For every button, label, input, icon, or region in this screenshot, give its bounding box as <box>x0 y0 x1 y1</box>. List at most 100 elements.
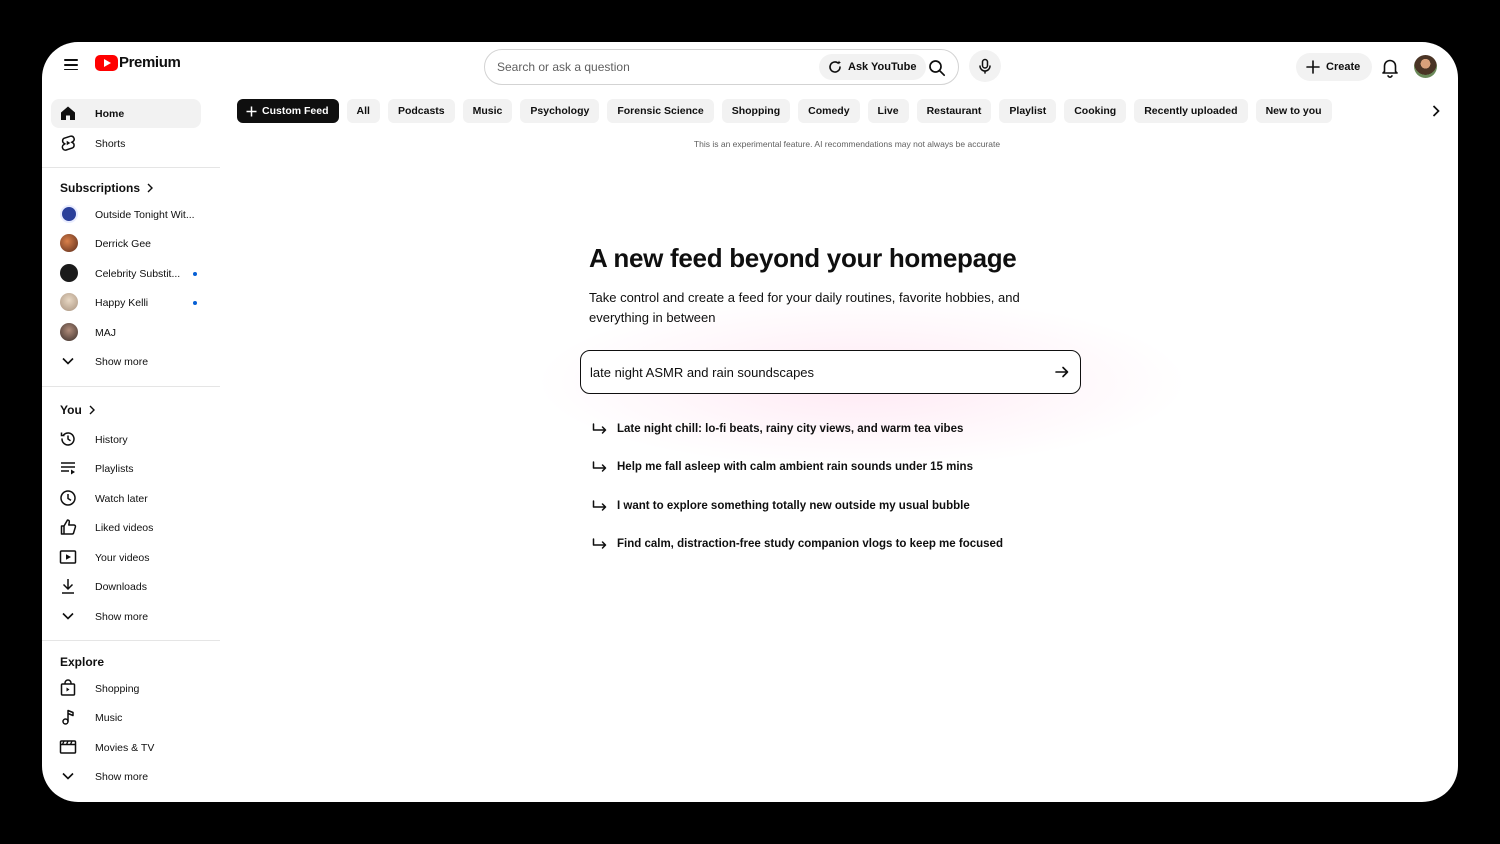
sidebar-item-home[interactable]: Home <box>51 99 201 128</box>
subscriptions-title: Subscriptions <box>60 181 141 195</box>
sparkle-refresh-icon <box>829 60 841 73</box>
sidebar-divider <box>42 640 220 641</box>
chip-music[interactable]: Music <box>462 99 513 123</box>
voice-search-button[interactable] <box>969 50 1001 82</box>
chip-podcasts[interactable]: Podcasts <box>387 99 455 123</box>
disclaimer-text: This is an experimental feature. AI reco… <box>693 139 1001 149</box>
channel-avatar <box>60 205 78 223</box>
chip-cooking[interactable]: Cooking <box>1064 99 1127 123</box>
chip-comedy[interactable]: Comedy <box>798 99 860 123</box>
channel-name: Outside Tonight Wit... <box>95 208 195 221</box>
sidebar-item-your-videos[interactable]: Your videos <box>51 543 201 572</box>
subscription-item[interactable]: Celebrity Substit... <box>51 259 201 288</box>
sidebar-item-music[interactable]: Music <box>51 703 201 732</box>
sidebar-item-label: History <box>95 433 128 446</box>
channel-name: Celebrity Substit... <box>95 267 181 280</box>
show-more-label: Show more <box>95 610 149 623</box>
sidebar-item-label: Music <box>95 711 123 724</box>
sidebar-item-playlists[interactable]: Playlists <box>51 454 201 483</box>
chip-shopping[interactable]: Shopping <box>721 99 791 123</box>
search-button[interactable] <box>924 55 950 81</box>
chip-all[interactable]: All <box>346 99 380 123</box>
chevron-down-icon <box>59 767 77 785</box>
chevron-right-icon <box>147 183 154 193</box>
subscription-item[interactable]: MAJ <box>51 318 201 347</box>
play-box-icon <box>59 548 77 566</box>
notifications-button[interactable] <box>1378 55 1402 79</box>
page-title: A new feed beyond your homepage <box>589 243 1017 273</box>
chip-new-to-you[interactable]: New to you <box>1255 99 1332 123</box>
chevron-down-icon <box>59 607 77 625</box>
chip-restaurant[interactable]: Restaurant <box>916 99 992 123</box>
sidebar-divider <box>42 386 220 387</box>
you-title: You <box>60 403 82 417</box>
download-icon <box>59 577 77 595</box>
return-arrow-icon <box>592 461 607 472</box>
menu-icon[interactable] <box>60 54 82 76</box>
channel-avatar <box>60 234 78 252</box>
you-heading[interactable]: You <box>60 403 96 417</box>
music-note-icon <box>59 708 77 726</box>
chip-live[interactable]: Live <box>867 99 909 123</box>
account-avatar[interactable] <box>1414 55 1437 78</box>
chip-forensic-science[interactable]: Forensic Science <box>607 99 714 123</box>
sidebar-item-liked-videos[interactable]: Liked videos <box>51 513 201 542</box>
explore-show-more[interactable]: Show more <box>51 762 201 791</box>
submit-prompt-button[interactable] <box>1052 362 1072 382</box>
plus-icon <box>1306 60 1320 74</box>
create-button[interactable]: Create <box>1296 53 1373 81</box>
bell-icon <box>1382 59 1398 78</box>
suggestion-text: Find calm, distraction-free study compan… <box>617 538 1003 550</box>
subscriptions-heading[interactable]: Subscriptions <box>60 181 154 195</box>
channel-name: Happy Kelli <box>95 296 149 309</box>
chip-playlist[interactable]: Playlist <box>999 99 1057 123</box>
ask-youtube-label: Ask YouTube <box>848 61 917 73</box>
youtube-logo-icon <box>95 54 118 71</box>
chips-next-button[interactable] <box>1426 101 1446 121</box>
sidebar-item-label: Movies & TV <box>95 741 155 754</box>
subscriptions-show-more[interactable]: Show more <box>51 347 201 376</box>
sidebar-item-watch-later[interactable]: Watch later <box>51 484 201 513</box>
sidebar-item-label: Home <box>95 107 125 120</box>
show-more-label: Show more <box>95 770 149 783</box>
channel-name: Derrick Gee <box>95 237 152 250</box>
subscription-item[interactable]: Happy Kelli <box>51 288 201 317</box>
you-show-more[interactable]: Show more <box>51 602 201 631</box>
subscription-item[interactable]: Outside Tonight Wit... <box>51 200 201 229</box>
sidebar-item-movies-tv[interactable]: Movies & TV <box>51 733 201 762</box>
sidebar-item-downloads[interactable]: Downloads <box>51 572 201 601</box>
clapperboard-icon <box>59 738 77 756</box>
suggestion-item[interactable]: Help me fall asleep with calm ambient ra… <box>592 457 973 477</box>
search-input[interactable] <box>485 60 805 74</box>
suggestion-text: Help me fall asleep with calm ambient ra… <box>617 461 973 473</box>
home-icon <box>59 104 77 122</box>
arrow-right-icon <box>1055 366 1069 378</box>
history-icon <box>59 430 77 448</box>
custom-feed-input[interactable] <box>581 364 1021 380</box>
app-window: Premium Ask YouTube Create Home <box>42 42 1458 802</box>
sidebar-divider <box>42 167 220 168</box>
custom-feed-chip[interactable]: Custom Feed <box>237 99 339 123</box>
subscription-item[interactable]: Derrick Gee <box>51 229 201 258</box>
suggestion-item[interactable]: I want to explore something totally new … <box>592 496 970 516</box>
chevron-right-icon <box>1432 105 1440 117</box>
sidebar-item-label: Your videos <box>95 551 150 564</box>
ask-youtube-button[interactable]: Ask YouTube <box>819 54 927 80</box>
sidebar-item-history[interactable]: History <box>51 425 201 454</box>
sidebar-item-label: Downloads <box>95 580 147 593</box>
new-content-dot <box>193 272 197 276</box>
suggestion-item[interactable]: Late night chill: lo-fi beats, rainy cit… <box>592 419 963 439</box>
chip-psychology[interactable]: Psychology <box>520 99 600 123</box>
explore-title: Explore <box>60 655 105 669</box>
suggestion-item[interactable]: Find calm, distraction-free study compan… <box>592 534 1003 554</box>
suggestion-text: Late night chill: lo-fi beats, rainy cit… <box>617 423 964 435</box>
explore-heading: Explore <box>60 655 104 669</box>
sidebar-item-label: Shopping <box>95 682 140 695</box>
return-arrow-icon <box>592 423 607 434</box>
search-bar: Ask YouTube <box>484 49 959 85</box>
sidebar-item-shopping[interactable]: Shopping <box>51 674 201 703</box>
sidebar-item-label: Playlists <box>95 462 134 475</box>
channel-name: MAJ <box>95 326 116 339</box>
chip-recently-uploaded[interactable]: Recently uploaded <box>1134 99 1248 123</box>
youtube-premium-logo[interactable]: Premium <box>95 54 181 71</box>
